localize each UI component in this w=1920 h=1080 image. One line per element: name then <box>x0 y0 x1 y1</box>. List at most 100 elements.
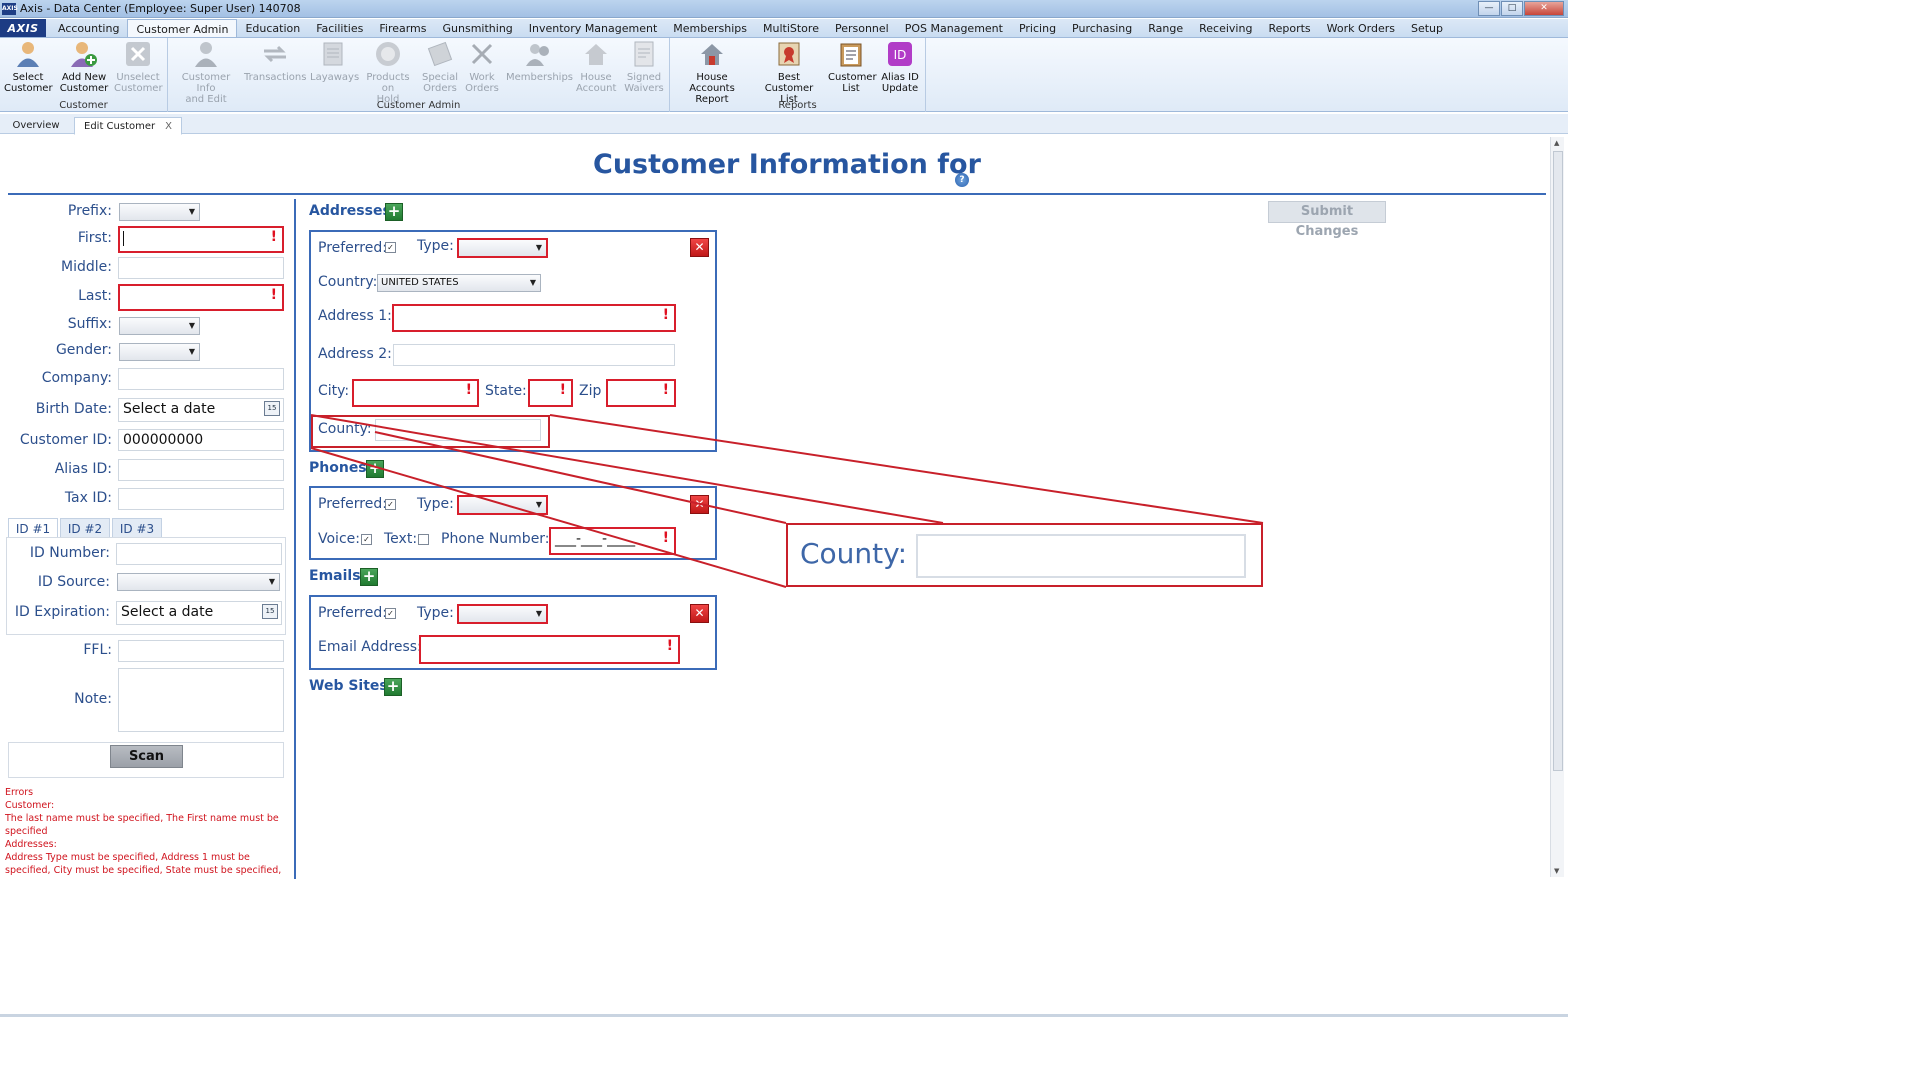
tab-id-2[interactable]: ID #2 <box>60 518 110 538</box>
submit-changes-button[interactable]: Submit Changes <box>1268 201 1386 239</box>
menu-tab-personnel[interactable]: Personnel <box>827 19 897 37</box>
menu-tab-range[interactable]: Range <box>1140 19 1191 37</box>
menu-tab-setup[interactable]: Setup <box>1403 19 1451 37</box>
menu-tab-memberships[interactable]: Memberships <box>665 19 755 37</box>
select-customer-button[interactable]: Select Customer <box>4 40 53 94</box>
close-tab-icon[interactable]: X <box>165 121 172 132</box>
address1-input[interactable]: ! <box>392 304 676 332</box>
last-name-input[interactable]: ! <box>118 284 284 311</box>
vertical-scrollbar[interactable]: ▲ ▼ <box>1550 137 1564 877</box>
id-number-input[interactable] <box>116 543 282 565</box>
signed-waivers-button[interactable]: Signed Waivers <box>622 40 666 94</box>
menu-tab-accounting[interactable]: Accounting <box>50 19 127 37</box>
prefix-select[interactable]: ▼ <box>119 203 200 221</box>
close-window-icon[interactable]: ✕ <box>1524 1 1564 16</box>
phone-number-input[interactable]: ___-___-____! <box>549 527 676 555</box>
scan-button[interactable]: Scan <box>110 745 183 768</box>
delete-address-button[interactable]: ✕ <box>690 238 709 257</box>
title-bar: AXIS Axis - Data Center (Employee: Super… <box>0 0 1568 18</box>
state-input[interactable]: ! <box>528 379 573 407</box>
delete-phone-button[interactable]: ✕ <box>690 495 709 514</box>
unselect-customer-button[interactable]: Unselect Customer <box>114 40 163 94</box>
scroll-up-icon[interactable]: ▲ <box>1554 139 1559 147</box>
column-divider <box>294 199 296 879</box>
layaways-button[interactable]: Layaways <box>310 40 359 83</box>
best-customer-list-button[interactable]: Best Customer List <box>756 40 822 105</box>
help-icon[interactable]: ? <box>955 173 969 187</box>
address-type-select[interactable]: ▼ <box>457 238 548 258</box>
products-on-hold-button[interactable]: Products on Hold <box>360 40 416 105</box>
minimize-icon[interactable]: — <box>1478 1 1500 16</box>
ffl-input[interactable] <box>118 640 284 662</box>
menu-tab-customer-admin[interactable]: Customer Admin <box>127 19 238 37</box>
scroll-thumb[interactable] <box>1553 151 1563 771</box>
menu-tab-reports[interactable]: Reports <box>1260 19 1318 37</box>
phone-type-select[interactable]: ▼ <box>457 495 548 515</box>
first-name-input[interactable]: ! <box>118 226 284 253</box>
tab-edit-customer[interactable]: Edit Customer X <box>74 117 182 135</box>
menu-tab-pricing[interactable]: Pricing <box>1011 19 1064 37</box>
scroll-down-icon[interactable]: ▼ <box>1554 867 1559 875</box>
tab-id-3[interactable]: ID #3 <box>112 518 162 538</box>
menu-tab-gunsmithing[interactable]: Gunsmithing <box>435 19 521 37</box>
phone-preferred-checkbox[interactable]: ✓ <box>385 499 396 510</box>
menu-tab-firearms[interactable]: Firearms <box>371 19 434 37</box>
house-report-icon <box>698 40 726 68</box>
special-order-icon <box>426 40 454 68</box>
company-input[interactable] <box>118 368 284 390</box>
transactions-button[interactable]: Transactions <box>244 40 306 83</box>
tab-id-1[interactable]: ID #1 <box>8 518 58 538</box>
house-account-button[interactable]: House Account <box>576 40 616 94</box>
voice-checkbox[interactable]: ✓ <box>361 534 372 545</box>
menu-tab-pos[interactable]: POS Management <box>897 19 1011 37</box>
birth-date-picker[interactable]: Select a date 15 <box>118 398 284 422</box>
address-preferred-checkbox[interactable]: ✓ <box>385 242 396 253</box>
note-textarea[interactable] <box>118 668 284 732</box>
menu-tab-facilities[interactable]: Facilities <box>308 19 371 37</box>
customer-list-button[interactable]: Customer List <box>828 40 877 94</box>
memberships-button[interactable]: Memberships <box>506 40 573 83</box>
menu-tab-multistore[interactable]: MultiStore <box>755 19 827 37</box>
email-type-select[interactable]: ▼ <box>457 604 548 624</box>
add-address-button[interactable]: + <box>385 203 403 221</box>
menu-tab-work-orders[interactable]: Work Orders <box>1319 19 1403 37</box>
alias-id-update-button[interactable]: ID Alias ID Update <box>878 40 922 94</box>
error-icon: ! <box>666 638 673 654</box>
maximize-icon[interactable]: □ <box>1501 1 1523 16</box>
add-email-button[interactable]: + <box>360 568 378 586</box>
email-preferred-checkbox[interactable]: ✓ <box>385 608 396 619</box>
suffix-select[interactable]: ▼ <box>119 317 200 335</box>
tab-overview[interactable]: Overview <box>6 117 66 135</box>
gender-select[interactable]: ▼ <box>119 343 200 361</box>
tax-id-input[interactable] <box>118 488 284 510</box>
id-source-select[interactable]: ▼ <box>117 573 280 591</box>
country-select[interactable]: UNITED STATES ▼ <box>377 274 541 292</box>
clipboard-icon <box>837 40 865 68</box>
menu-tab-inventory[interactable]: Inventory Management <box>521 19 666 37</box>
menu-tab-purchasing[interactable]: Purchasing <box>1064 19 1140 37</box>
text-checkbox[interactable] <box>418 534 429 545</box>
id-expiration-picker[interactable]: Select a date 15 <box>116 601 282 625</box>
special-orders-button[interactable]: Special Orders <box>420 40 460 94</box>
alias-id-input[interactable] <box>118 459 284 481</box>
delete-email-button[interactable]: ✕ <box>690 604 709 623</box>
menu-tab-education[interactable]: Education <box>237 19 308 37</box>
add-website-button[interactable]: + <box>384 678 402 696</box>
chevron-down-icon: ▼ <box>188 347 195 356</box>
customer-id-input[interactable]: 000000000 <box>118 429 284 451</box>
zip-label: Zip <box>579 383 602 399</box>
calendar-icon[interactable]: 15 <box>264 401 280 416</box>
email-address-input[interactable]: ! <box>419 635 680 664</box>
house-accounts-report-button[interactable]: House Accounts Report <box>676 40 748 105</box>
city-input[interactable]: ! <box>352 379 479 407</box>
work-orders-button[interactable]: Work Orders <box>464 40 500 94</box>
customer-info-edit-button[interactable]: Customer Info and Edit <box>174 40 238 105</box>
middle-name-input[interactable] <box>118 257 284 279</box>
menu-tab-receiving[interactable]: Receiving <box>1191 19 1260 37</box>
add-phone-button[interactable]: + <box>366 460 384 478</box>
zip-input[interactable]: ! <box>606 379 676 407</box>
calendar-icon[interactable]: 15 <box>262 604 278 619</box>
address2-input[interactable] <box>393 344 675 366</box>
error-icon: ! <box>559 382 566 398</box>
add-new-customer-button[interactable]: Add New Customer <box>58 40 110 94</box>
